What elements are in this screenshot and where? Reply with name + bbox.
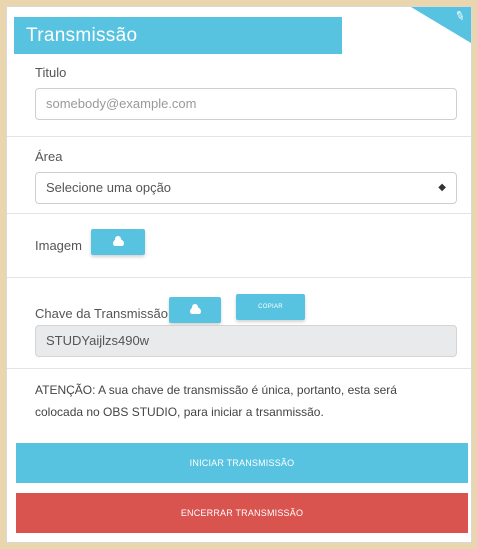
stream-key-value: STUDYaijlzs490w (46, 333, 150, 348)
titulo-placeholder: somebody@example.com (46, 96, 197, 111)
titulo-label: Titulo (35, 65, 67, 80)
divider (7, 368, 471, 369)
warning-text: ATENÇÃO: A sua chave de transmissão é ún… (35, 383, 397, 419)
titulo-input[interactable]: somebody@example.com (35, 88, 457, 120)
area-selected-value: Selecione uma opção (46, 180, 172, 195)
upload-key-button[interactable] (169, 297, 221, 323)
chave-label: Chave da Transmissão (35, 306, 168, 321)
area-select[interactable]: Selecione uma opção ◆ (35, 172, 457, 204)
cloud-upload-icon (112, 235, 124, 246)
cloud-upload-icon (189, 303, 201, 314)
sort-arrows-icon: ◆ (438, 182, 446, 193)
stream-key-field: STUDYaijlzs490w (35, 325, 457, 357)
divider (7, 213, 471, 214)
divider (7, 277, 471, 278)
upload-image-button[interactable] (91, 229, 145, 255)
imagem-label: Imagem (35, 238, 82, 253)
start-transmission-button[interactable]: INICIAR TRANSMISSÃO (16, 443, 468, 483)
copy-button[interactable]: COPIAR (236, 294, 305, 320)
page-title: Transmissão (14, 17, 342, 54)
divider (7, 136, 471, 137)
stop-transmission-button[interactable]: ENCERRAR TRANSMISSÃO (16, 493, 468, 533)
area-label: Área (35, 149, 63, 164)
